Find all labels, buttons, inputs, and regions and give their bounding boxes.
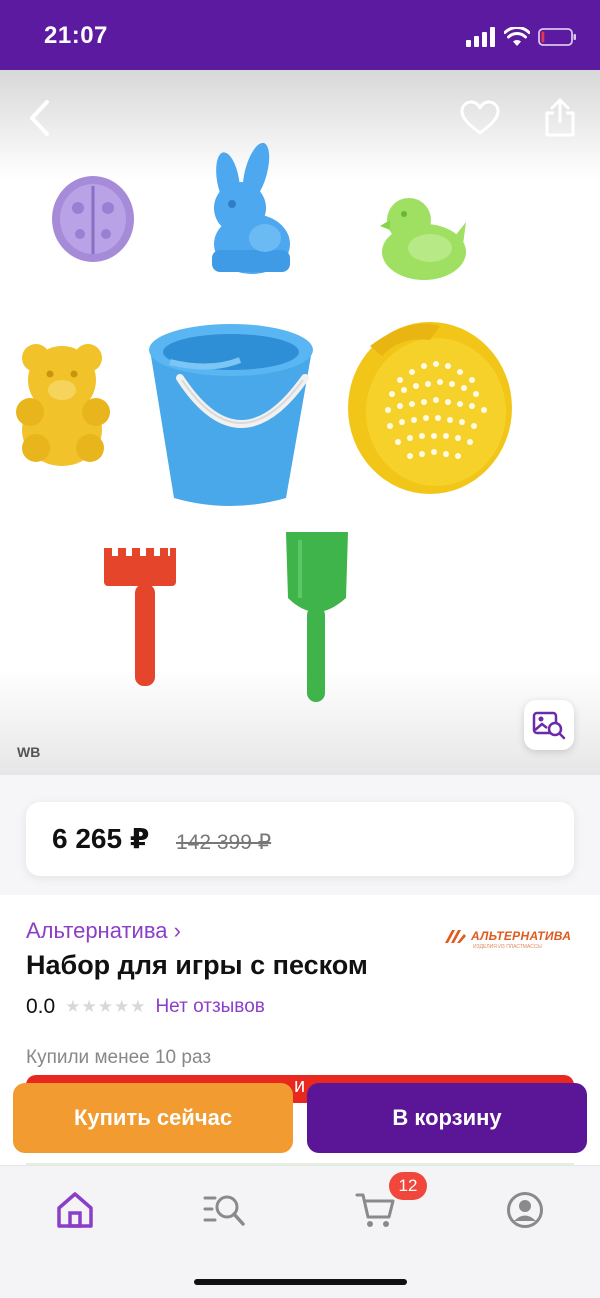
product-gallery[interactable]: WB [0, 70, 600, 775]
promo-text: и [294, 1075, 306, 1097]
buy-now-button[interactable]: Купить сейчас [13, 1083, 293, 1153]
star-icon: ★ [130, 997, 146, 1016]
visual-search-icon [532, 711, 566, 740]
status-icons [466, 24, 578, 50]
star-icon: ★ [81, 997, 97, 1016]
tab-catalog[interactable] [203, 1188, 247, 1232]
product-photo [16, 142, 512, 702]
back-button[interactable] [18, 96, 62, 140]
status-time: 21:07 [44, 22, 108, 49]
cart-icon [355, 1193, 395, 1227]
tab-profile[interactable] [503, 1188, 547, 1232]
rating-row: 0.0 ★ ★ ★ ★ ★ Нет отзывов [26, 995, 265, 1019]
home-indicator [194, 1279, 407, 1285]
brand-logo[interactable]: АЛЬТЕРНАТИВА ИЗДЕЛИЯ ИЗ ПЛАСТМАССЫ [444, 928, 572, 950]
bought-count: Купили менее 10 раз [26, 1047, 212, 1068]
star-icon: ★ [97, 997, 113, 1016]
bear-mold [16, 344, 110, 466]
rating-stars: ★ ★ ★ ★ ★ [65, 997, 145, 1017]
share-button[interactable] [538, 96, 582, 140]
cart-count-badge: 12 [389, 1172, 427, 1200]
tab-home[interactable] [53, 1188, 97, 1232]
catalog-search-icon [203, 1195, 245, 1226]
price-card: 6 265 ₽ 142 399 ₽ [26, 802, 574, 876]
star-icon: ★ [65, 997, 81, 1016]
home-icon [57, 1192, 93, 1228]
rake [104, 548, 176, 686]
profile-icon [507, 1192, 543, 1228]
brand-link[interactable]: Альтернатива › [26, 918, 181, 944]
brand-logo-tagline: ИЗДЕЛИЯ ИЗ ПЛАСТМАССЫ [473, 944, 542, 950]
sieve [348, 322, 512, 494]
product-title: Набор для игры с песком [26, 950, 368, 980]
tab-bar: 12 [0, 1165, 600, 1298]
shovel [286, 532, 348, 702]
battery-icon [538, 28, 576, 46]
star-icon: ★ [113, 997, 130, 1016]
price-current: 6 265 ₽ [52, 823, 150, 854]
heart-icon [460, 100, 500, 135]
wifi-icon [504, 27, 530, 46]
wb-watermark: WB [17, 744, 41, 760]
ladybug-mold [52, 176, 134, 262]
signal-icon [466, 27, 495, 47]
price-old: 142 399 ₽ [176, 831, 272, 854]
visual-search-button[interactable] [524, 700, 574, 750]
back-icon [30, 100, 49, 136]
brand-logo-mark [445, 930, 466, 943]
brand-logo-text: АЛЬТЕРНАТИВА [471, 929, 572, 943]
bunny-mold [212, 142, 290, 274]
reviews-link[interactable]: Нет отзывов [155, 996, 264, 1018]
bucket [149, 324, 313, 506]
add-to-cart-button[interactable]: В корзину [307, 1083, 587, 1153]
share-icon [545, 98, 575, 137]
status-bar: 21:07 [0, 0, 600, 70]
favorite-button[interactable] [458, 96, 502, 140]
duck-mold [380, 198, 466, 280]
rating-value: 0.0 [26, 995, 56, 1018]
